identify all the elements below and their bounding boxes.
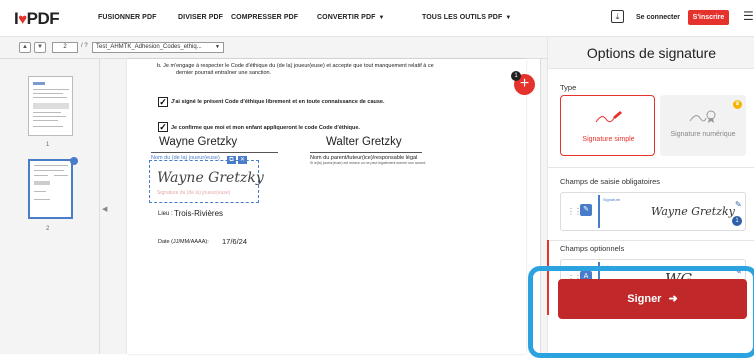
signature-pen-icon xyxy=(595,111,622,123)
parent-name: Walter Gretzky xyxy=(326,136,402,148)
file-select[interactable]: Test_AHMTK_Adhesion_Codes_ethiq... ▼ xyxy=(92,42,224,53)
type-label: Type xyxy=(560,83,577,92)
signup-button[interactable]: S'inscrire xyxy=(688,10,729,25)
confirm-text: Je confirme que moi et mon enfant appliq… xyxy=(171,125,360,131)
required-signature-preview: Wayne Gretzky xyxy=(651,205,735,218)
chevron-left-icon: ◀ xyxy=(102,206,108,213)
sign-button-highlight xyxy=(528,266,754,358)
nav-merge-pdf[interactable]: FUSIONNER PDF xyxy=(98,14,156,21)
premium-crown-icon: ♛ xyxy=(733,100,742,109)
checkbox-confirm[interactable]: ✓ xyxy=(158,122,168,132)
desktop-app-icon[interactable]: ⤓ xyxy=(611,10,624,23)
drag-handle-icon[interactable]: ⋮⋮ xyxy=(567,207,582,216)
pending-fields-badge: 1 xyxy=(511,71,521,81)
place-value: Trois-Rivières xyxy=(174,209,224,218)
thumbnail-label: 2 xyxy=(46,226,50,232)
consent-text: J'ai signé le présent Code d'éthique lib… xyxy=(171,99,385,105)
date-label: Date (JJ/MM/AAAA): xyxy=(158,239,209,245)
field-count-badge: 1 xyxy=(732,216,742,226)
clause-b-cont: dernier pourrait entraîner une sanction. xyxy=(176,70,272,76)
page-up-button[interactable]: ▲ xyxy=(19,42,31,53)
edit-pencil-icon[interactable]: ✎ xyxy=(735,200,742,209)
duplicate-icon[interactable]: ⧉ xyxy=(227,156,236,164)
required-signature-field[interactable]: ⋮⋮ ✎ Signature Wayne Gretzky ✎ 1 xyxy=(560,192,746,231)
page-total: / ? xyxy=(81,43,88,49)
thumbnail-label: 1 xyxy=(46,142,50,148)
required-fields-label: Champs de saisie obligatoires xyxy=(560,177,661,186)
caret-down-icon: ▼ xyxy=(505,15,512,21)
clause-b: b. Je m'engage à respecter le Code d'éth… xyxy=(157,63,434,69)
place-label: Lieu : xyxy=(158,211,173,217)
chevron-down-icon: ▼ xyxy=(215,44,220,50)
delete-icon[interactable]: ✕ xyxy=(238,156,247,164)
thumbnail-page-2[interactable] xyxy=(28,159,73,219)
signature-caption: Signature du (de la) joueur(euse) xyxy=(157,190,231,196)
signature-field-icon: ✎ xyxy=(580,204,592,216)
thumbnail-sidebar: 1 2 xyxy=(0,59,100,354)
menu-icon[interactable]: ☰ xyxy=(743,9,754,23)
page-number-input[interactable]: 2 xyxy=(52,42,78,53)
thumbnail-page-1[interactable] xyxy=(28,76,73,136)
date-value: 17/6/24 xyxy=(222,237,248,246)
pdf-toolbar: ▲ ▼ 2 / ? Test_AHMTK_Adhesion_Codes_ethi… xyxy=(0,37,547,59)
parent-name-sublabel: Si le(la) joueur(euse) est mineur ou ne … xyxy=(310,161,426,165)
type-simple-signature[interactable]: Signature simple xyxy=(560,95,655,156)
pdf-page: b. Je m'engage à respecter le Code d'éth… xyxy=(127,59,526,354)
type-digital-signature[interactable]: Signature numérique ♛ xyxy=(660,95,746,156)
heart-icon: ♥ xyxy=(18,11,27,28)
page-down-button[interactable]: ▼ xyxy=(34,42,46,53)
login-link[interactable]: Se connecter xyxy=(636,14,680,21)
digital-seal-icon xyxy=(689,110,716,123)
checkbox-consent[interactable]: ✓ xyxy=(158,97,168,107)
top-header: I♥PDF FUSIONNER PDF DIVISER PDF COMPRESS… xyxy=(0,0,754,37)
caret-down-icon: ▼ xyxy=(378,15,385,21)
nav-compress-pdf[interactable]: COMPRESSER PDF xyxy=(231,14,298,21)
collapse-sidebar-button[interactable]: ◀ xyxy=(100,59,122,354)
optional-fields-label: Champs optionnels xyxy=(560,244,625,253)
player-name: Wayne Gretzky xyxy=(159,136,238,148)
page-status-dot xyxy=(70,157,78,165)
placed-signature: Wayne Gretzky xyxy=(157,170,264,186)
nav-convert-pdf[interactable]: CONVERTIR PDF ▼ xyxy=(317,14,385,21)
nav-all-tools[interactable]: TOUS LES OUTILS PDF ▼ xyxy=(422,14,511,21)
nav-split-pdf[interactable]: DIVISER PDF xyxy=(178,14,223,21)
ilovepdf-logo[interactable]: I♥PDF xyxy=(14,9,60,29)
panel-title: Options de signature xyxy=(548,37,754,69)
